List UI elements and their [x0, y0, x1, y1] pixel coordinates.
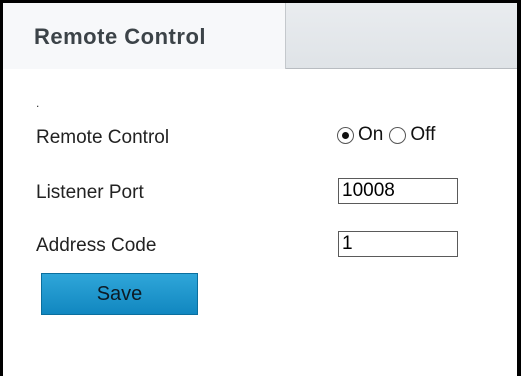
remote-control-panel: Remote Control . Remote Control On Off L…	[0, 0, 521, 376]
remote-control-label: Remote Control	[36, 127, 170, 148]
stray-dot: .	[36, 96, 40, 110]
off-radio-label[interactable]: Off	[410, 124, 435, 146]
content-area	[3, 69, 517, 376]
frame-border-top	[0, 0, 521, 3]
remote-control-radio-group: On Off	[337, 124, 441, 146]
frame-border-left	[0, 0, 3, 376]
address-code-label: Address Code	[36, 235, 157, 256]
frame-border-right	[517, 0, 521, 376]
tab-left-strip	[3, 3, 14, 70]
off-radio[interactable]	[389, 126, 407, 144]
on-radio-label[interactable]: On	[358, 124, 383, 146]
save-button[interactable]: Save	[41, 273, 198, 315]
address-code-input[interactable]	[338, 231, 458, 257]
tab-title: Remote Control	[34, 24, 206, 49]
listener-port-input[interactable]	[338, 178, 458, 204]
on-radio[interactable]	[337, 126, 354, 144]
listener-port-label: Listener Port	[36, 182, 144, 203]
